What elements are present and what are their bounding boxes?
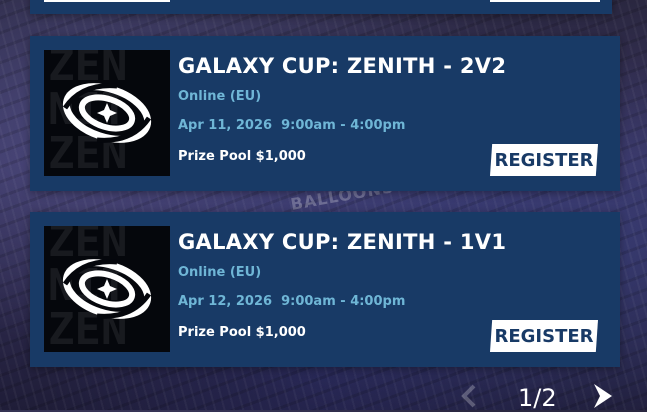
tournament-prize: Prize Pool $1,000 [178, 325, 306, 340]
tournament-date: Apr 12, 2026 9:00am - 4:00pm [178, 294, 406, 309]
register-button-stub[interactable] [490, 0, 600, 2]
tournament-thumbnail-stub [44, 0, 170, 2]
galaxy-swirl-icon [62, 83, 152, 143]
tournament-location: Online (EU) [178, 265, 262, 280]
tournament-prize: Prize Pool $1,000 [178, 149, 306, 164]
tournament-title: GALAXY CUP: ZENITH - 1V1 [178, 230, 507, 254]
galaxy-swirl-icon [62, 259, 152, 319]
chevron-left-icon [461, 384, 476, 408]
chevron-right-icon[interactable] [588, 380, 620, 412]
tournament-card: ZEN NIT ZEN GALAXY CUP: ZENITH - 1V1 Onlin… [30, 212, 620, 367]
tournament-date: Apr 11, 2026 9:00am - 4:00pm [178, 118, 406, 133]
tournament-thumbnail: ZEN NIT ZEN [44, 50, 170, 176]
tournament-thumbnail: ZEN NIT ZEN [44, 226, 170, 352]
tournament-card-previous [30, 0, 612, 14]
register-button[interactable]: REGISTER [490, 320, 598, 352]
register-button[interactable]: REGISTER [490, 144, 598, 176]
pagination-label: 1/2 [518, 384, 557, 412]
tournament-card: ZEN NIT ZEN GALAXY CUP: ZENITH - 2V2 Onlin… [30, 36, 620, 191]
tournament-location: Online (EU) [178, 89, 262, 104]
tournament-title: GALAXY CUP: ZENITH - 2V2 [178, 54, 507, 78]
